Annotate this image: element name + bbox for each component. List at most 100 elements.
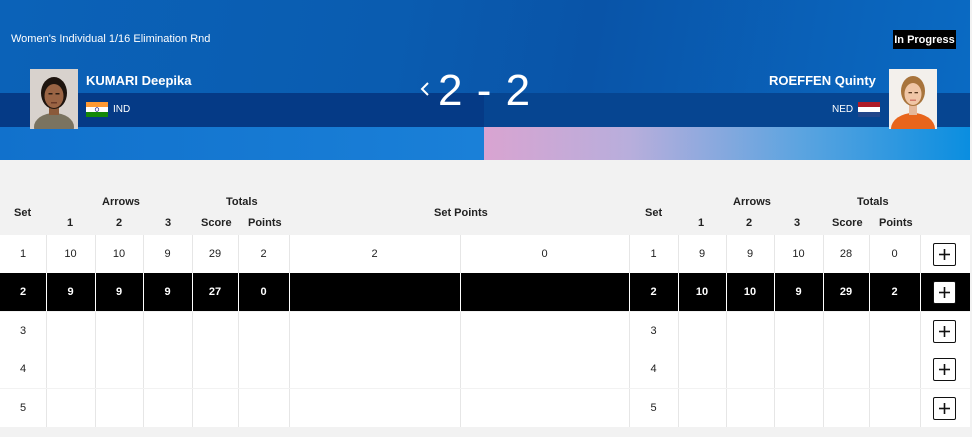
- column-divider: [920, 312, 921, 350]
- expand-set-button[interactable]: [933, 243, 956, 266]
- set-points-right: [460, 350, 629, 388]
- arrow-3-left: [143, 350, 192, 388]
- arrow-2-left: 10: [112, 248, 126, 260]
- expand-set-button[interactable]: [933, 358, 956, 381]
- column-divider: [920, 389, 921, 427]
- col-set-left: Set: [14, 207, 32, 219]
- set-number-left: 3: [19, 325, 27, 337]
- set-number-right: 4: [650, 363, 657, 375]
- table-row: 55: [0, 389, 970, 427]
- arrow-1-right: 9: [698, 248, 706, 260]
- athlete-name-left: KUMARI Deepika: [86, 73, 192, 88]
- arrow-2-right: 9: [746, 248, 754, 260]
- set-points-right: [460, 312, 629, 350]
- arrow-3-left: 9: [164, 286, 171, 298]
- points-left: [238, 350, 289, 388]
- col-score-right: Score: [832, 217, 863, 229]
- noc-right: NED: [832, 104, 854, 115]
- arrow-1-left: [46, 389, 95, 427]
- plus-icon: [939, 249, 950, 260]
- col-arrow3-right: 3: [794, 217, 801, 229]
- points-left: [238, 312, 289, 350]
- arrow-2-left: 9: [115, 286, 123, 298]
- expand-set-button[interactable]: [933, 320, 956, 343]
- arrow-1-right: 10: [695, 286, 709, 298]
- set-points-left: [289, 350, 460, 388]
- arrow-2-right: [726, 350, 774, 388]
- athlete-photo-right: [889, 69, 937, 129]
- arrow-1-left: [46, 312, 95, 350]
- score-left: [192, 389, 238, 427]
- score-right: [823, 350, 869, 388]
- arrow-1-right: [678, 312, 726, 350]
- col-points-left: Points: [248, 217, 282, 229]
- set-points-right: [460, 273, 629, 311]
- score-left: [192, 312, 238, 350]
- score-right: [823, 389, 869, 427]
- set-points-left: 2: [371, 248, 378, 260]
- arrow-3-right: 10: [792, 248, 805, 260]
- column-divider: [920, 350, 921, 388]
- arrow-2-left: [95, 350, 143, 388]
- athlete-name-right: ROEFFEN Quinty: [769, 73, 876, 88]
- arrow-3-left: [143, 312, 192, 350]
- points-right: 0: [891, 248, 898, 260]
- arrow-3-left: [143, 389, 192, 427]
- col-arrow1-left: 1: [67, 217, 74, 229]
- set-number-left: 5: [19, 402, 27, 414]
- arrow-2-left: [95, 389, 143, 427]
- arrow-3-right: 9: [795, 286, 802, 298]
- score-right: [823, 312, 869, 350]
- status-badge: In Progress: [893, 30, 956, 49]
- column-divider: [920, 235, 921, 273]
- expand-set-button[interactable]: [933, 281, 956, 304]
- col-arrows-left: Arrows: [102, 196, 140, 208]
- plus-icon: [939, 364, 950, 375]
- points-right: [869, 350, 920, 388]
- expand-set-button[interactable]: [933, 397, 956, 420]
- arrow-2-right: 10: [743, 286, 757, 298]
- col-score-left: Score: [201, 217, 232, 229]
- points-left: 2: [260, 248, 267, 260]
- col-arrow2-right: 2: [746, 217, 753, 229]
- table-row: 44: [0, 350, 970, 388]
- col-totals-right: Totals: [857, 196, 889, 208]
- col-arrows-right: Arrows: [733, 196, 771, 208]
- match-header: Women's Individual 1/16 Elimination Rnd …: [0, 0, 970, 160]
- score-left: [192, 350, 238, 388]
- arrow-2-left: [95, 312, 143, 350]
- plus-icon: [939, 287, 950, 298]
- set-number-left: 1: [19, 248, 27, 260]
- arrow-1-left: [46, 350, 95, 388]
- arrow-1-right: [678, 389, 726, 427]
- score-right: 28: [839, 248, 853, 260]
- arrow-3-right: [774, 312, 823, 350]
- match-score: 2 - 2: [438, 66, 532, 115]
- score-right: 29: [839, 286, 853, 298]
- points-left: 0: [260, 286, 267, 298]
- table-row: 33: [0, 312, 970, 350]
- set-points-left: [289, 389, 460, 427]
- set-number-right: 5: [650, 402, 657, 414]
- arrow-3-right: [774, 389, 823, 427]
- chevron-left-icon[interactable]: [418, 79, 432, 99]
- arrow-1-left: 9: [67, 286, 74, 298]
- arrow-2-right: [726, 312, 774, 350]
- arrow-1-left: 10: [64, 248, 77, 260]
- table-row: 2 9 9 9 27 0 2 10 10 9 29 2: [0, 273, 970, 311]
- arrow-2-right: [726, 389, 774, 427]
- arrow-3-left: 9: [164, 248, 171, 260]
- set-points-right: [460, 389, 629, 427]
- india-flag-icon: [86, 102, 108, 117]
- table-row: 1 10 10 9 29 2 2 0 1 9 9 10 28 0: [0, 235, 970, 273]
- col-set-right: Set: [645, 207, 663, 219]
- set-number-right: 1: [650, 248, 657, 260]
- col-arrow3-left: 3: [165, 217, 172, 229]
- arrow-3-right: [774, 350, 823, 388]
- col-points-right: Points: [879, 217, 913, 229]
- event-title: Women's Individual 1/16 Elimination Rnd: [11, 33, 211, 45]
- set-points-left: [289, 273, 460, 311]
- score-left: 27: [208, 286, 222, 298]
- col-totals-left: Totals: [226, 196, 258, 208]
- header-bar-right: [484, 127, 970, 160]
